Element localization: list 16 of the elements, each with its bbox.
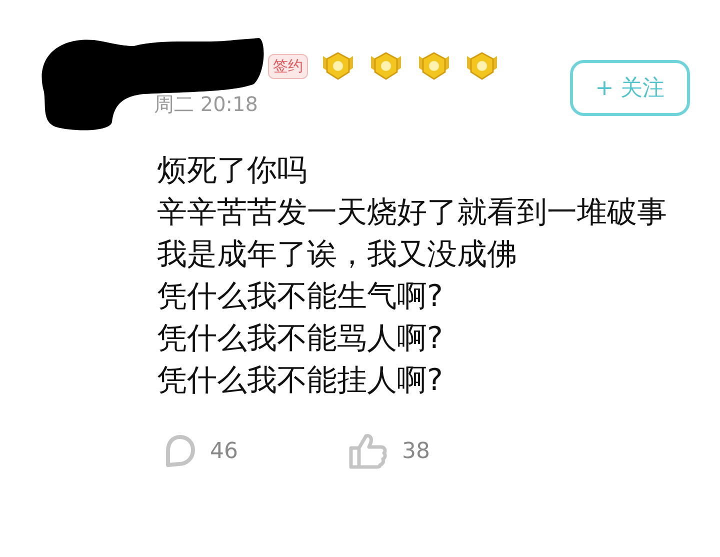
post-text: 凭什么我不能生气啊? <box>157 278 444 316</box>
post-text: 辛辛苦苦发一天烧好了就看到一堆破事 <box>157 194 667 232</box>
post-time: 周二 20:18 <box>154 91 259 118</box>
thumbs-up-icon[interactable] <box>348 432 388 470</box>
like-count: 38 <box>402 438 430 464</box>
medal-icon[interactable] <box>370 50 402 82</box>
post-text: 凭什么我不能骂人啊? <box>157 320 444 358</box>
post-text: 我是成年了诶，我又没成佛 <box>157 236 518 274</box>
post-text: 烦死了你吗 <box>157 152 308 190</box>
signed-tag: 签约 <box>268 54 308 78</box>
follow-button[interactable]: + 关注 <box>570 60 690 116</box>
post-text: 凭什么我不能挂人啊? <box>157 362 444 400</box>
comment-count: 46 <box>210 438 238 464</box>
medal-icon[interactable] <box>322 50 354 82</box>
medal-icon[interactable] <box>466 50 498 82</box>
medal-icon[interactable] <box>418 50 450 82</box>
